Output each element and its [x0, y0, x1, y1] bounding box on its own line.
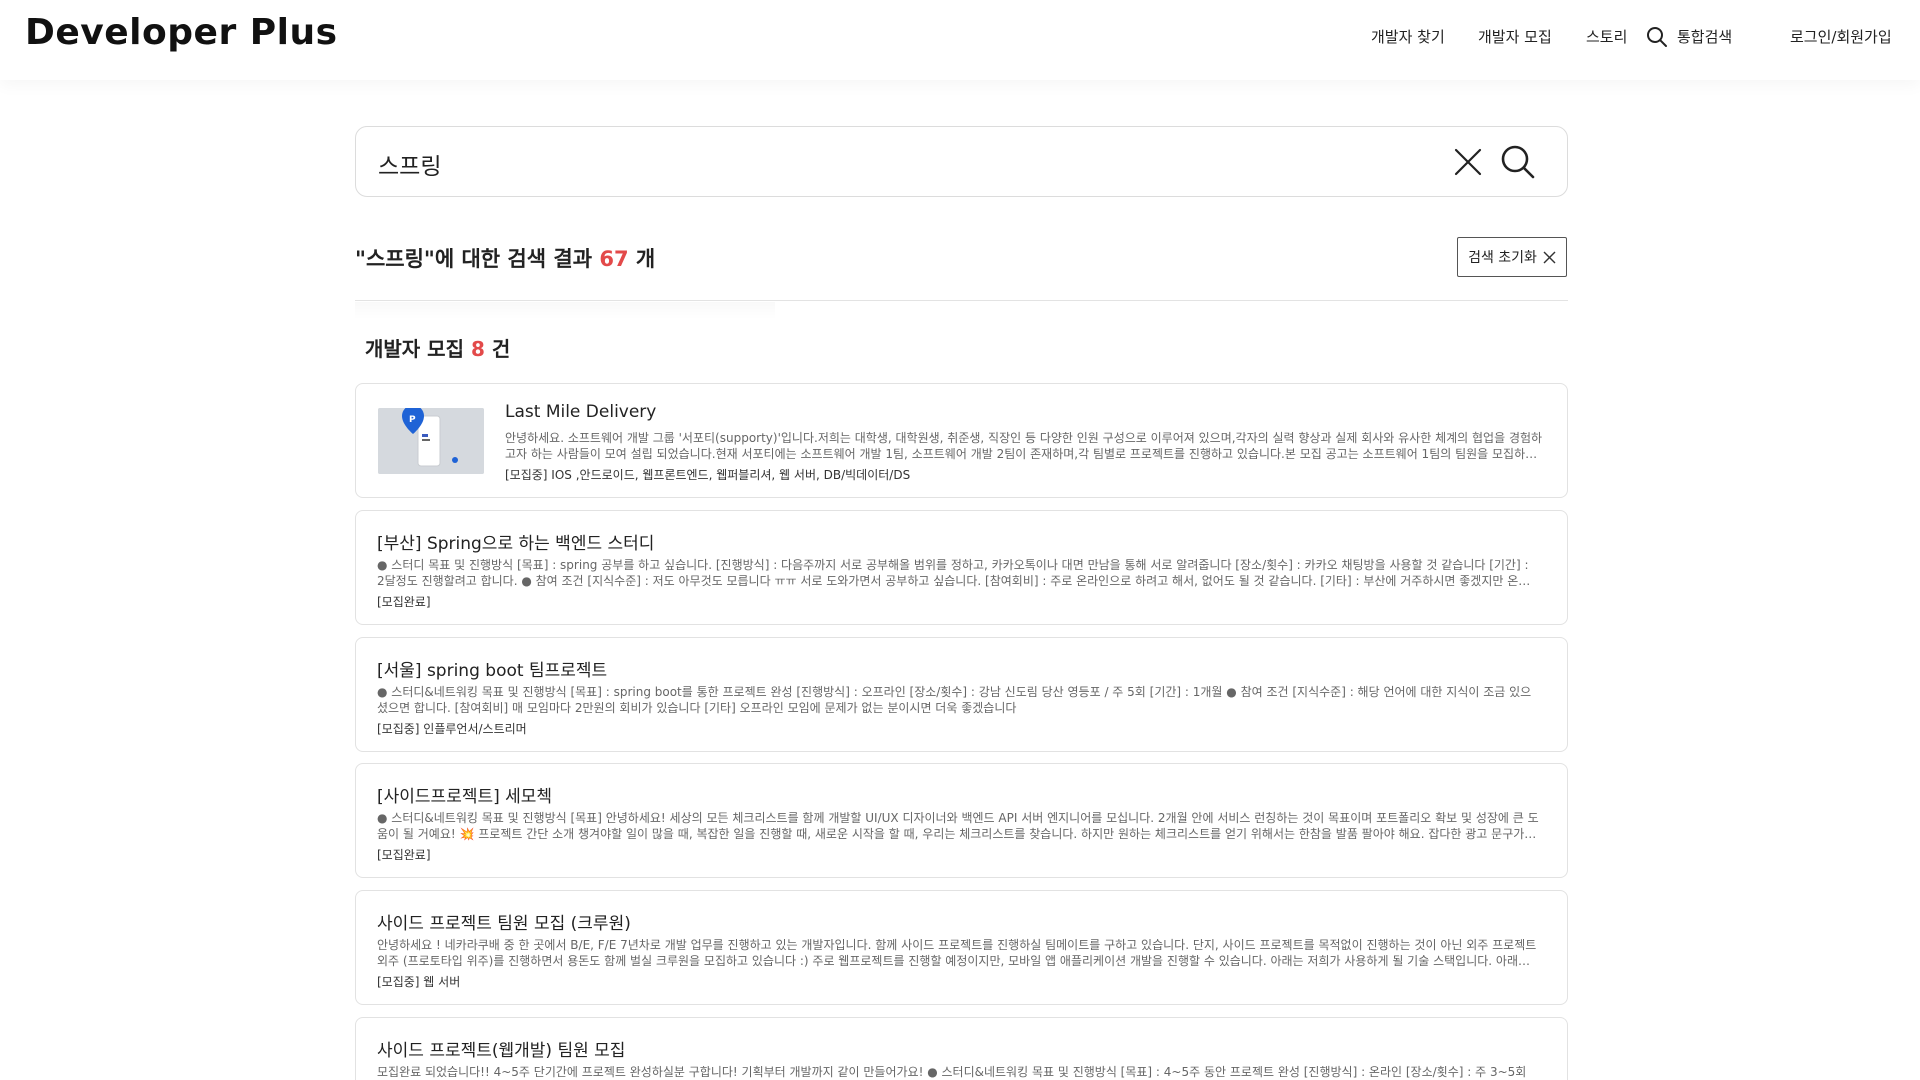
result-card[interactable]: [사이드프로젝트] 세모첵 ● 스터디&네트워킹 목표 및 진행방식 [목표] …	[355, 763, 1568, 878]
section-label: 개발자 모집	[365, 337, 471, 361]
card-title[interactable]: [부산] Spring으로 하는 백엔드 스터디	[377, 529, 654, 554]
nav-integrated-search[interactable]: 통합검색	[1677, 26, 1732, 47]
result-card[interactable]: 사이드 프로젝트(웹개발) 팀원 모집 모집완료 되었습니다!! 4~5주 단기…	[355, 1017, 1568, 1080]
card-tags: [모집완료]	[377, 848, 431, 862]
search-icon[interactable]	[1646, 26, 1668, 48]
section-title-recruit: 개발자 모집 8 건	[365, 333, 510, 362]
card-tags: [모집중] 웹 서버	[377, 975, 461, 989]
result-suffix: 개	[628, 247, 656, 271]
nav-find-developer[interactable]: 개발자 찾기	[1371, 26, 1445, 47]
search-input[interactable]: 스프링	[378, 147, 441, 181]
reset-search-label: 검색 초기화	[1468, 250, 1537, 266]
result-card[interactable]: [부산] Spring으로 하는 백엔드 스터디 ● 스터디 목표 및 진행방식…	[355, 510, 1568, 625]
card-thumbnail: P	[378, 408, 484, 474]
card-description: ● 스터디&네트워킹 목표 및 진행방식 [목표] : spring boot를…	[377, 685, 1532, 715]
result-card[interactable]: [서울] spring boot 팀프로젝트 ● 스터디&네트워킹 목표 및 진…	[355, 637, 1568, 752]
section-suffix: 건	[484, 337, 511, 361]
card-description: 안녕하세요. 소프트웨어 개발 그룹 '서포티(supporty)'입니다.저희…	[505, 431, 1543, 461]
top-header: Developer Plus 개발자 찾기 개발자 모집 스토리 통합검색 로그…	[0, 0, 1920, 80]
card-description: ● 스터디 목표 및 진행방식 [목표] : spring 공부를 하고 싶습니…	[377, 558, 1530, 588]
card-title[interactable]: 사이드 프로젝트 팀원 모집 (크루원)	[377, 909, 631, 934]
logo[interactable]: Developer Plus	[25, 12, 338, 53]
result-card[interactable]: P Last Mile Delivery 안녕하세요. 소프트웨어 개발 그룹 …	[355, 383, 1568, 498]
section-count: 8	[470, 337, 485, 361]
divider-shadow	[355, 302, 775, 320]
svg-text:P: P	[409, 415, 416, 425]
result-prefix: "스프링"에 대한 검색 결과	[355, 247, 600, 271]
card-tags: [모집중] IOS ,안드로이드, 웹프론트엔드, 웹퍼블리셔, 웹 서버, D…	[505, 468, 911, 482]
card-tags: [모집중] 인플루언서/스트리머	[377, 722, 527, 736]
card-title[interactable]: 사이드 프로젝트(웹개발) 팀원 모집	[377, 1036, 625, 1061]
card-tags: [모집완료]	[377, 595, 431, 609]
nav-login-signup[interactable]: 로그인/회원가입	[1790, 26, 1892, 47]
card-description: ● 스터디&네트워킹 목표 및 진행방식 [목표] 안녕하세요! 세상의 모든 …	[377, 811, 1539, 841]
search-bar[interactable]: 스프링	[355, 126, 1568, 197]
clear-search-icon[interactable]	[1451, 145, 1485, 179]
nav-story[interactable]: 스토리	[1586, 26, 1627, 47]
search-submit-icon[interactable]	[1499, 143, 1537, 181]
card-description: 모집완료 되었습니다!! 4~5주 단기간에 프로젝트 완성하실분 구합니다! …	[377, 1065, 1527, 1079]
reset-search-button[interactable]: 검색 초기화	[1457, 237, 1567, 277]
card-title[interactable]: [사이드프로젝트] 세모첵	[377, 782, 552, 807]
close-icon	[1543, 251, 1556, 263]
search-result-summary: "스프링"에 대한 검색 결과 67 개	[355, 243, 655, 273]
card-title[interactable]: Last Mile Delivery	[505, 402, 656, 422]
result-count: 67	[599, 247, 629, 271]
card-description: 안녕하세요 ! 네카라쿠배 중 한 곳에서 B/E, F/E 7년차로 개발 업…	[377, 938, 1537, 968]
card-title[interactable]: [서울] spring boot 팀프로젝트	[377, 656, 607, 681]
result-card[interactable]: 사이드 프로젝트 팀원 모집 (크루원) 안녕하세요 ! 네카라쿠배 중 한 곳…	[355, 890, 1568, 1005]
divider	[355, 300, 1568, 301]
delivery-app-thumbnail-icon: P	[378, 408, 484, 474]
nav-recruit-developer[interactable]: 개발자 모집	[1478, 26, 1552, 47]
